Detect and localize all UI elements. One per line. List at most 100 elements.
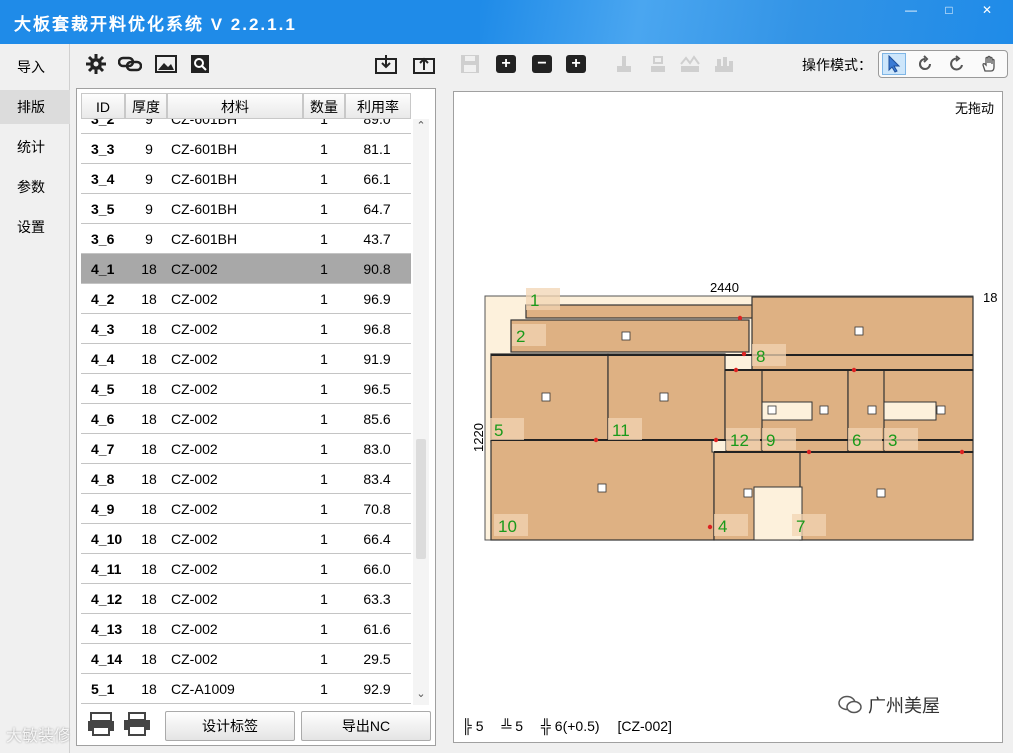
thickness-label: 18 [983,290,997,305]
table-row[interactable]: 4_1 18 CZ-002 1 90.8 [81,254,411,284]
tool-d-icon[interactable] [712,52,736,76]
nav-item-params[interactable]: 参数 [0,170,70,204]
sheet-drawing: 1285 1112 9 6 310 4 72440122018 [471,280,997,541]
cell-quantity: 1 [320,351,328,367]
cell-quantity: 1 [320,261,328,277]
minimize-button[interactable]: — [893,0,929,20]
cell-quantity: 1 [320,441,328,457]
plus-icon[interactable]: + [496,55,516,73]
table-row[interactable]: 4_5 18 CZ-002 1 96.5 [81,374,411,404]
table-row[interactable]: 3_3 9 CZ-601BH 1 81.1 [81,134,411,164]
cell-thickness: 18 [141,351,157,367]
rotate-cw-mode-icon[interactable] [945,53,969,75]
nav-item-stats[interactable]: 统计 [0,130,70,164]
table-row[interactable]: 5_1 18 CZ-A1009 1 92.9 [81,674,411,704]
cell-thickness: 18 [141,411,157,427]
nav-item-settings[interactable]: 设置 [0,210,70,244]
scroll-down-icon[interactable]: ⌄ [413,687,429,705]
table-row[interactable]: 4_11 18 CZ-002 1 66.0 [81,554,411,584]
chain-icon[interactable] [118,52,142,76]
status-material: [CZ-002] [617,718,672,734]
layout-canvas[interactable]: 无拖动 1 2 8 5 11 12 9 6 3 10 4 7 2440 1220 18 ╠ 5 ╩ 5 ╬ … [453,91,1003,743]
maximize-button[interactable]: □ [931,0,967,20]
cell-quantity: 1 [320,381,328,397]
cell-material: CZ-002 [171,651,218,667]
cell-id: 4_11 [91,561,122,577]
tool-c-icon[interactable] [678,52,702,76]
tool-b-icon[interactable] [646,52,670,76]
part-label-box [659,392,669,402]
minus-icon[interactable]: − [532,55,552,73]
sheet-list-panel: ID 厚度 材料 数量 利用率 3_2 9 CZ-601BH 1 89.0 3_3 9 CZ-… [76,88,436,746]
hand-mode-icon[interactable] [977,53,1001,75]
close-button[interactable]: ✕ [969,0,1005,20]
download-icon[interactable] [374,52,398,76]
cell-utilization: 66.0 [363,561,391,577]
search-image-icon[interactable] [188,52,212,76]
nav-item-import[interactable]: 导入 [0,50,70,84]
printer-icon[interactable] [123,711,153,739]
part-number: 8 [756,347,765,366]
part-number: 2 [516,327,525,346]
cell-material: CZ-002 [171,381,218,397]
print-preview-icon[interactable] [87,711,117,739]
column-header-id[interactable]: ID [81,93,125,119]
table-row[interactable]: 4_2 18 CZ-002 1 96.9 [81,284,411,314]
pointer-mode-icon[interactable] [882,53,906,75]
title-bar: 大板套裁开料优化系统 V 2.2.1.1 — □ ✕ [0,0,1013,44]
nav-item-layout[interactable]: 排版 [0,90,70,124]
column-header-material[interactable]: 材料 [167,93,303,119]
cell-thickness: 9 [145,119,153,127]
table-row[interactable]: 4_12 18 CZ-002 1 63.3 [81,584,411,614]
image-icon[interactable] [154,52,178,76]
column-header-utilization[interactable]: 利用率 [345,93,411,119]
gear-icon[interactable] [84,52,108,76]
wechat-watermark: 广州美屋 [838,692,940,718]
save-icon[interactable] [458,52,482,76]
table-row[interactable]: 4_8 18 CZ-002 1 83.4 [81,464,411,494]
cell-thickness: 18 [141,561,157,577]
cell-thickness: 18 [141,651,157,667]
cell-material: CZ-002 [171,561,218,577]
part-label-box [541,392,551,402]
scroll-thumb[interactable] [416,439,426,559]
table-row[interactable]: 4_14 18 CZ-002 1 29.5 [81,644,411,674]
scroll-up-icon[interactable]: ⌃ [413,119,429,137]
cell-utilization: 91.9 [363,351,391,367]
cell-quantity: 1 [320,681,328,697]
cell-id: 3_2 [91,119,115,127]
cell-utilization: 89.0 [363,119,391,127]
table-row[interactable]: 3_4 9 CZ-601BH 1 66.1 [81,164,411,194]
cell-quantity: 1 [320,561,328,577]
cell-quantity: 1 [320,471,328,487]
export-nc-button[interactable]: 导出NC [301,711,431,741]
table-row[interactable]: 4_9 18 CZ-002 1 70.8 [81,494,411,524]
tool-a-icon[interactable] [612,52,636,76]
table-row[interactable]: 3_6 9 CZ-601BH 1 43.7 [81,224,411,254]
wechat-icon [838,695,862,714]
cell-id: 5_1 [91,681,115,697]
part-label-box [743,488,753,498]
design-label-button[interactable]: 设计标签 [165,711,295,741]
table-row[interactable]: 4_13 18 CZ-002 1 61.6 [81,614,411,644]
part-number: 10 [498,517,517,536]
cut-marker [593,437,599,443]
table-row[interactable]: 3_2 9 CZ-601BH 1 89.0 [81,119,411,134]
upload-icon[interactable] [412,52,436,76]
rotate-mode-icon[interactable] [913,53,937,75]
table-row[interactable]: 4_3 18 CZ-002 1 96.8 [81,314,411,344]
cell-quantity: 1 [320,531,328,547]
cell-material: CZ-601BH [171,201,238,217]
add-box-icon[interactable]: + [566,55,586,73]
table-scrollbar[interactable]: ⌃ ⌄ [413,119,429,705]
table-row[interactable]: 4_6 18 CZ-002 1 85.6 [81,404,411,434]
status-edge-b: ╩ 5 [501,718,524,734]
column-header-thickness[interactable]: 厚度 [125,93,167,119]
table-row[interactable]: 3_5 9 CZ-601BH 1 64.7 [81,194,411,224]
table-row[interactable]: 4_10 18 CZ-002 1 66.4 [81,524,411,554]
table-row[interactable]: 4_4 18 CZ-002 1 91.9 [81,344,411,374]
table-row[interactable]: 4_7 18 CZ-002 1 83.0 [81,434,411,464]
part-label-box [876,488,886,498]
column-header-quantity[interactable]: 数量 [303,93,345,119]
cell-thickness: 18 [141,471,157,487]
